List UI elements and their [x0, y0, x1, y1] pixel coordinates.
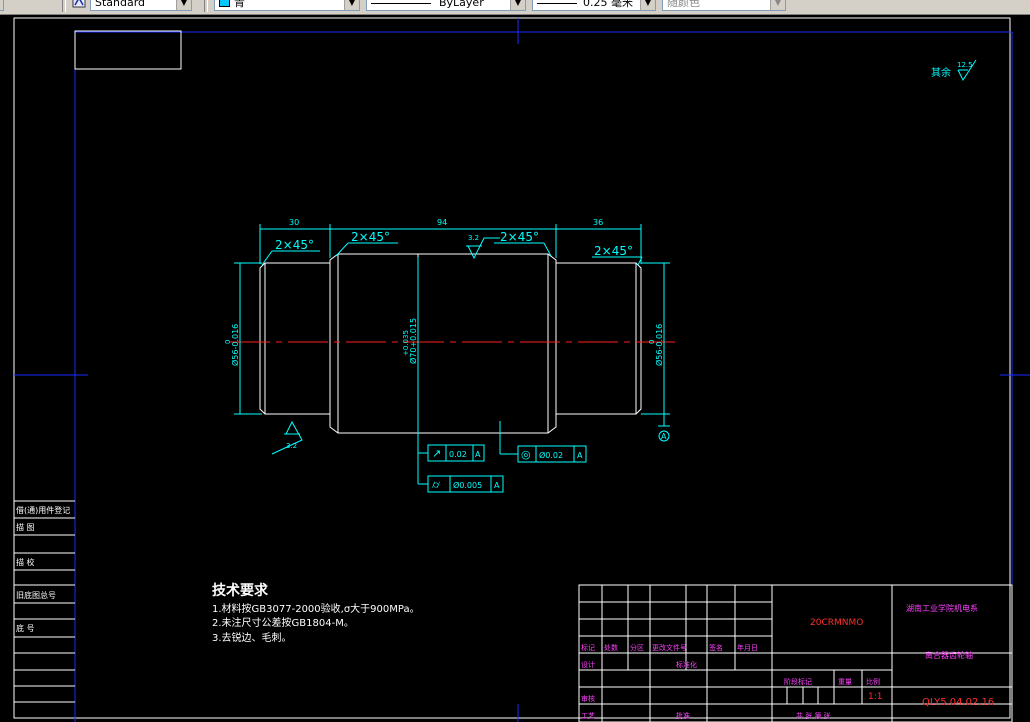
layer-combo[interactable]: 青 ▼	[214, 0, 360, 11]
sheet-border	[13, 17, 1011, 719]
tb-label-date: 年月日	[737, 643, 758, 652]
linetype-value: ByLayer	[439, 0, 484, 9]
dim-length-left: 30	[289, 218, 299, 227]
dim-length-mid: 94	[437, 218, 447, 227]
dim-chamfer-1: 2×45°	[275, 238, 314, 252]
dim-chamfer-4: 2×45°	[594, 244, 633, 258]
tb-sheet-count: 共 张 第 张	[796, 711, 831, 720]
linetype-sample	[371, 2, 431, 4]
inner-frame	[14, 18, 1030, 722]
tb-label-approve: 批准	[676, 711, 690, 720]
tb-label-weight: 重量	[838, 678, 852, 686]
side-label-4: 旧底图总号	[16, 590, 56, 600]
chevron-down-icon: ▼	[770, 0, 785, 10]
side-label-5: 底 号	[16, 623, 35, 633]
tech-req-title: 技术要求	[212, 582, 269, 599]
cylindricity-icon: ⌭	[432, 478, 440, 491]
datum-label: A	[661, 432, 667, 441]
chevron-down-icon: ▼	[510, 0, 525, 10]
tb-label-design: 设计	[581, 660, 595, 669]
dim-length-right: 36	[593, 218, 603, 227]
roughness-note: 其余 12.5	[931, 59, 977, 82]
text-style-value: Standard	[95, 0, 146, 9]
chevron-down-icon: ▼	[640, 0, 655, 10]
tech-req-line-2: 2.未注尺寸公差按GB1804-M。	[212, 616, 354, 629]
scale-label: 1:1	[868, 692, 882, 702]
tech-req-line-3: 3.去锐边、毛刺。	[212, 631, 292, 644]
drawing-canvas[interactable]: 其余 12.5 30 94 36 2×45° 2×45° 2×45° 2×45°…	[0, 14, 1030, 722]
gdt-runout-datum: A	[475, 450, 481, 459]
dim-dia-right-tol: 0	[648, 340, 656, 344]
dim-dia-mid-tol: +0.035	[402, 330, 410, 356]
material-label: 20CRMNMO	[810, 618, 863, 628]
text-style-combo[interactable]: Standard ▼	[90, 0, 192, 11]
linetype-combo[interactable]: ByLayer ▼	[366, 0, 526, 11]
code-box	[74, 30, 182, 70]
dim-chamfer-2: 2×45°	[351, 230, 390, 244]
tb-label-zone: 分区	[630, 643, 644, 652]
gdt-cylindricity-value: Ø0.005	[453, 480, 482, 490]
chevron-down-icon: ▼	[0, 0, 3, 10]
roughness-value: 12.5	[957, 61, 973, 69]
side-label-3: 描 校	[16, 557, 35, 567]
gdt-frame-cylindricity: ⌭ Ø0.005 A	[427, 475, 504, 493]
company-label: 湖南工业学院机电系	[906, 603, 978, 613]
tb-label-count: 处数	[604, 643, 618, 652]
text-style-icon[interactable]	[72, 0, 86, 8]
drawing-number: QLY5.04.02.16	[922, 697, 994, 708]
roughness-label: 其余	[931, 66, 951, 79]
concentricity-icon: ◎	[521, 448, 531, 461]
gdt-cylindricity-datum: A	[494, 481, 500, 490]
side-label-2: 描 图	[16, 522, 35, 532]
lineweight-sample	[537, 2, 577, 4]
title-block-text: 20CRMNMO 湖南工业学院机电系 离合器齿轮轴 1:1 QLY5.04.02…	[581, 603, 994, 720]
tech-req-line-1: 1.材料按GB3077-2000验收,σ大于900MPa。	[212, 602, 420, 615]
part-name-label: 离合器齿轮轴	[925, 650, 973, 660]
tb-label-scale: 比例	[866, 677, 880, 686]
rough-bottom-value: 3.2	[286, 442, 297, 450]
side-table-text: 借(通)用件登记 描 图 描 校 旧底图总号 底 号	[16, 505, 70, 633]
chevron-down-icon: ▼	[176, 0, 191, 10]
gdt-runout-value: 0.02	[449, 450, 467, 459]
layer-color-icon	[219, 0, 230, 7]
chevron-down-icon: ▼	[344, 0, 359, 10]
tb-label-process: 工艺	[581, 712, 595, 720]
toolbar-separator	[204, 0, 208, 12]
gdt-frame-runout: ↗ 0.02 A	[427, 444, 485, 462]
tb-label-stage: 阶段标记	[784, 677, 812, 686]
technical-requirements: 技术要求 1.材料按GB3077-2000验收,σ大于900MPa。 2.未注尺…	[212, 582, 420, 644]
plot-style-value: 随颜色	[667, 0, 700, 9]
layer-value: 青	[234, 0, 245, 9]
dim-chamfer-3: 2×45°	[500, 230, 539, 244]
dimension-text: 30 94 36 2×45° 2×45° 2×45° 2×45° 3.2 3.2…	[224, 218, 667, 450]
tb-label-sign: 签名	[709, 643, 723, 652]
tb-label-mark: 标记	[581, 643, 595, 652]
lineweight-value: 0.25 毫米	[583, 0, 633, 9]
rough-top-value: 3.2	[468, 234, 479, 242]
runout-icon: ↗	[432, 447, 441, 460]
dim-dia-left-tol: 0	[224, 340, 232, 344]
tb-label-change: 更改文件号	[652, 643, 687, 652]
gdt-concentricity-value: Ø0.02	[539, 450, 563, 460]
lineweight-combo[interactable]: 0.25 毫米 ▼	[532, 0, 656, 11]
dimension-style-combo-left[interactable]: ▼	[0, 0, 4, 11]
shaft-outline	[259, 253, 642, 434]
toolbar-separator	[62, 0, 66, 12]
side-label-1: 借(通)用件登记	[16, 505, 70, 515]
gdt-frame-concentricity: ◎ Ø0.02 A	[517, 445, 587, 463]
gdt-concentricity-datum: A	[577, 451, 583, 460]
tb-label-standard: 标准化	[676, 660, 697, 669]
properties-toolbar: ▼ Standard▼ 青▼ ByLayer▼ 0.25 毫米▼ 随颜色▼	[0, 0, 1030, 15]
tb-label-review: 审核	[581, 694, 595, 703]
plot-style-combo[interactable]: 随颜色 ▼	[662, 0, 786, 11]
